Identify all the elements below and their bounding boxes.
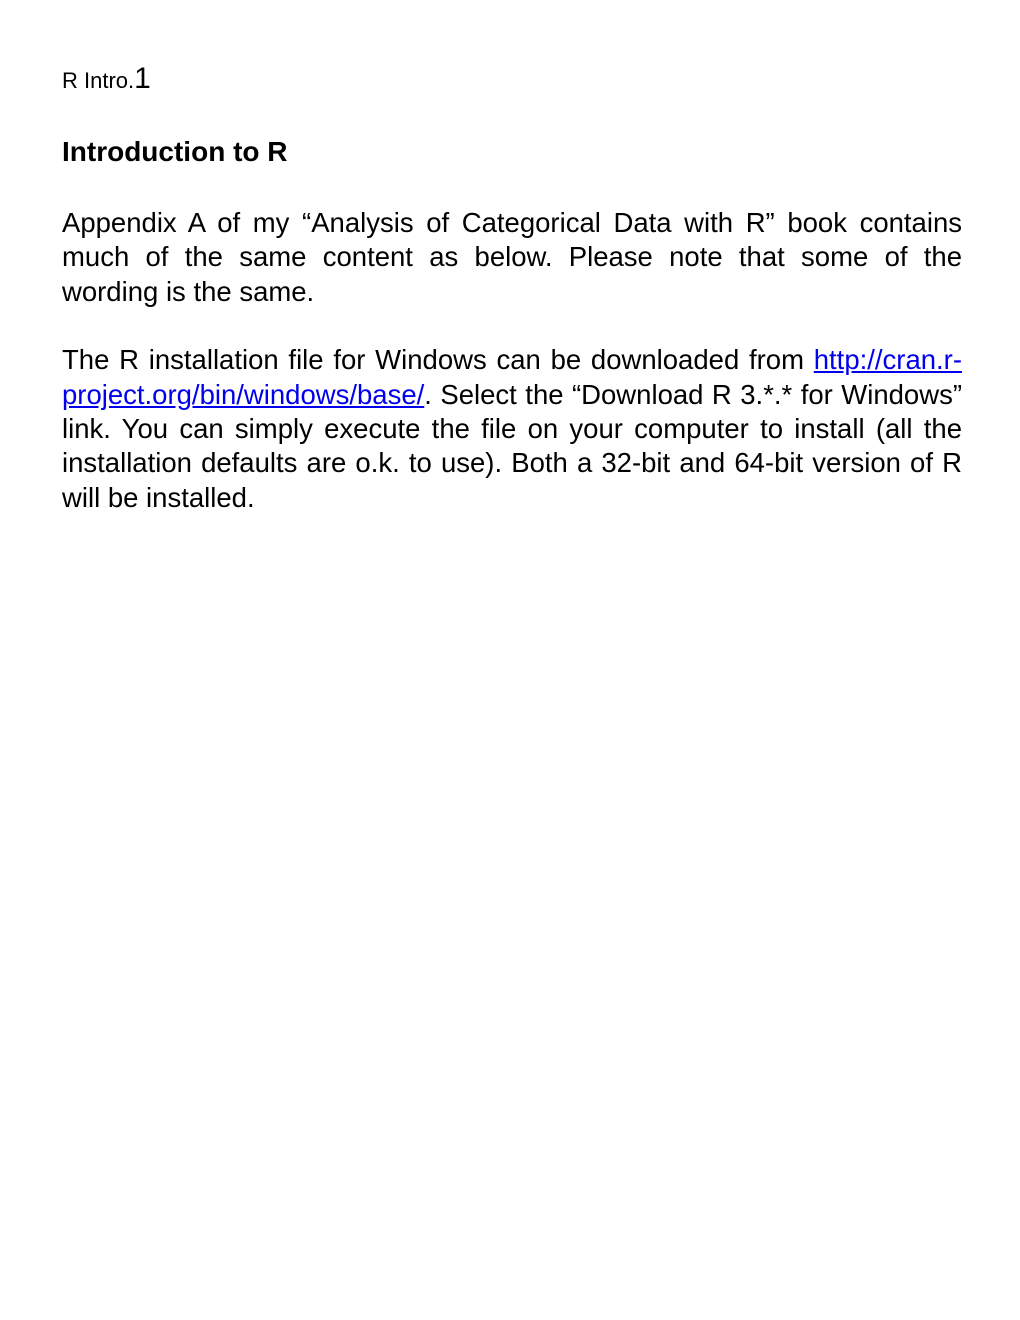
paragraph-1: Appendix A of my “Analysis of Categorica… — [62, 206, 962, 309]
page-title: Introduction to R — [62, 136, 962, 168]
page-header: R Intro.1 — [62, 62, 962, 96]
page-number: 1 — [134, 62, 151, 95]
paragraph-2-before-link: The R installation file for Windows can … — [62, 344, 814, 375]
paragraph-2: The R installation file for Windows can … — [62, 343, 962, 515]
header-prefix: R Intro. — [62, 68, 134, 93]
